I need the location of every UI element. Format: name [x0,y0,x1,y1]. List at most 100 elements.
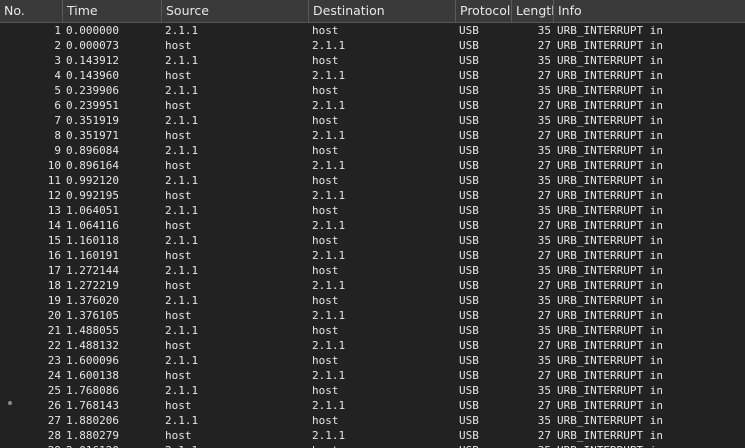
packet-row[interactable]: 16 1.160191 host 2.1.1 USB 27 URB_INTERRUPT in [0,248,745,263]
packet-source: host [165,369,192,382]
packet-protocol: USB [459,324,479,337]
packet-time: 1.600138 [66,369,119,382]
packet-time: 0.143912 [66,54,119,67]
packet-row[interactable]: 24 1.600138 host 2.1.1 USB 27 URB_INTERRUPT in [0,368,745,383]
packet-row[interactable]: 5 0.239906 2.1.1 host USB 35 URB_INTERRUPT in [0,83,745,98]
packet-row[interactable]: 11 0.992120 2.1.1 host USB 35 URB_INTERRUPT in [0,173,745,188]
packet-no: 1 [54,24,61,37]
packet-destination: host [312,174,339,187]
packet-no: 17 [47,264,61,277]
packet-length: 27 [537,279,551,292]
packet-row[interactable]: 6 0.239951 host 2.1.1 USB 27 URB_INTERRUPT in [0,98,745,113]
packet-row[interactable]: 8 0.351971 host 2.1.1 USB 27 URB_INTERRUPT in [0,128,745,143]
packet-row[interactable]: 26 1.768143 host 2.1.1 USB 27 URB_INTERRUPT in [0,398,745,413]
packet-info: URB_INTERRUPT in [557,354,663,367]
packet-row[interactable]: 3 0.143912 2.1.1 host USB 35 URB_INTERRUPT in [0,53,745,68]
packet-protocol: USB [459,354,479,367]
packet-destination: host [312,354,339,367]
packet-length: 27 [537,69,551,82]
packet-info: URB_INTERRUPT in [557,414,663,427]
packet-length: 27 [537,369,551,382]
column-header-info[interactable]: Info [554,0,745,22]
packet-source: 2.1.1 [165,204,199,217]
packet-source: 2.1.1 [165,54,199,67]
packet-row[interactable]: 1 0.000000 2.1.1 host USB 35 URB_INTERRUPT in [0,23,745,38]
packet-source: 2.1.1 [165,24,199,37]
packet-no: 20 [47,309,61,322]
packet-row[interactable]: 13 1.064051 2.1.1 host USB 35 URB_INTERRUPT in [0,203,745,218]
packet-source: 2.1.1 [165,234,199,247]
packet-info: URB_INTERRUPT in [557,384,663,397]
packet-row[interactable]: 12 0.992195 host 2.1.1 USB 27 URB_INTERRUPT in [0,188,745,203]
packet-row[interactable]: 23 1.600096 2.1.1 host USB 35 URB_INTERRUPT in [0,353,745,368]
packet-time: 1.376105 [66,309,119,322]
packet-length: 35 [537,354,551,367]
packet-destination: host [312,264,339,277]
packet-destination: host [312,144,339,157]
packet-protocol: USB [459,279,479,292]
packet-info: URB_INTERRUPT in [557,99,663,112]
packet-row[interactable]: 7 0.351919 2.1.1 host USB 35 URB_INTERRUPT in [0,113,745,128]
column-header-no[interactable]: No. [0,0,63,22]
packet-no: 10 [47,159,61,172]
packet-row[interactable]: 9 0.896084 2.1.1 host USB 35 URB_INTERRUPT in [0,143,745,158]
packet-list[interactable]: No. Time Source Destination Protocol Len… [0,0,745,448]
packet-time: 0.992195 [66,189,119,202]
column-header-time[interactable]: Time [63,0,162,22]
column-header-protocol[interactable]: Protocol [456,0,512,22]
packet-row[interactable]: 10 0.896164 host 2.1.1 USB 27 URB_INTERRUPT in [0,158,745,173]
packet-destination: 2.1.1 [312,399,346,412]
column-header-source[interactable]: Source [162,0,309,22]
packet-time: 1.488055 [66,324,119,337]
packet-row[interactable]: 292.0161202.1.1hostUSB35URB_INTERRUPT in [0,443,745,448]
packet-destination: 2.1.1 [312,219,346,232]
packet-time: 1.272219 [66,279,119,292]
packet-row[interactable]: 18 1.272219 host 2.1.1 USB 27 URB_INTERRUPT in [0,278,745,293]
packet-row[interactable]: 20 1.376105 host 2.1.1 USB 27 URB_INTERRUPT in [0,308,745,323]
packet-row[interactable]: 14 1.064116 host 2.1.1 USB 27 URB_INTERRUPT in [0,218,745,233]
packet-no: 13 [47,204,61,217]
packet-row[interactable]: 15 1.160118 2.1.1 host USB 35 URB_INTERRUPT in [0,233,745,248]
packet-length: 35 [537,384,551,397]
packet-protocol: USB [459,159,479,172]
packet-row[interactable]: 27 1.880206 2.1.1 host USB 35 URB_INTERRUPT in [0,413,745,428]
packet-source: host [165,399,192,412]
packet-row[interactable]: 19 1.376020 2.1.1 host USB 35 URB_INTERRUPT in [0,293,745,308]
packet-no: 7 [54,114,61,127]
packet-no: 22 [47,339,61,352]
packet-destination: 2.1.1 [312,99,346,112]
packet-length: 27 [537,249,551,262]
packet-destination: 2.1.1 [312,159,346,172]
packet-time: 1.880279 [66,429,119,442]
packet-no: 9 [54,144,61,157]
packet-row[interactable]: 21 1.488055 2.1.1 host USB 35 URB_INTERRUPT in [0,323,745,338]
column-header-destination[interactable]: Destination [309,0,456,22]
packet-row[interactable]: 4 0.143960 host 2.1.1 USB 27 URB_INTERRUPT in [0,68,745,83]
packet-time: 0.896164 [66,159,119,172]
packet-length: 27 [537,129,551,142]
packet-rows: 1 0.000000 2.1.1 host USB 35 URB_INTERRUPT in 2… [0,23,745,448]
packet-row[interactable]: 17 1.272144 2.1.1 host USB 35 URB_INTERRUPT in [0,263,745,278]
packet-row[interactable]: 22 1.488132 host 2.1.1 USB 27 URB_INTERRUPT in [0,338,745,353]
packet-length: 35 [537,174,551,187]
packet-row[interactable]: 28 1.880279 host 2.1.1 USB 27 URB_INTERRUPT in [0,428,745,443]
packet-destination: host [312,114,339,127]
packet-destination: host [312,54,339,67]
packet-info: URB_INTERRUPT in [557,309,663,322]
packet-no: 5 [54,84,61,97]
packet-info: URB_INTERRUPT in [557,159,663,172]
packet-destination: 2.1.1 [312,339,346,352]
packet-source: host [165,159,192,172]
packet-no: 15 [47,234,61,247]
packet-no: 8 [54,129,61,142]
packet-row[interactable]: 2 0.000073 host 2.1.1 USB 27 URB_INTERRUPT in [0,38,745,53]
packet-length: 35 [537,414,551,427]
related-packet-dot-icon [8,401,12,405]
packet-no: 21 [47,324,61,337]
column-header-length[interactable]: Length [512,0,554,22]
packet-no: 16 [47,249,61,262]
packet-destination: host [312,294,339,307]
packet-row[interactable]: 25 1.768086 2.1.1 host USB 35 URB_INTERRUPT in [0,383,745,398]
packet-length: 27 [537,309,551,322]
packet-no: 28 [47,429,61,442]
